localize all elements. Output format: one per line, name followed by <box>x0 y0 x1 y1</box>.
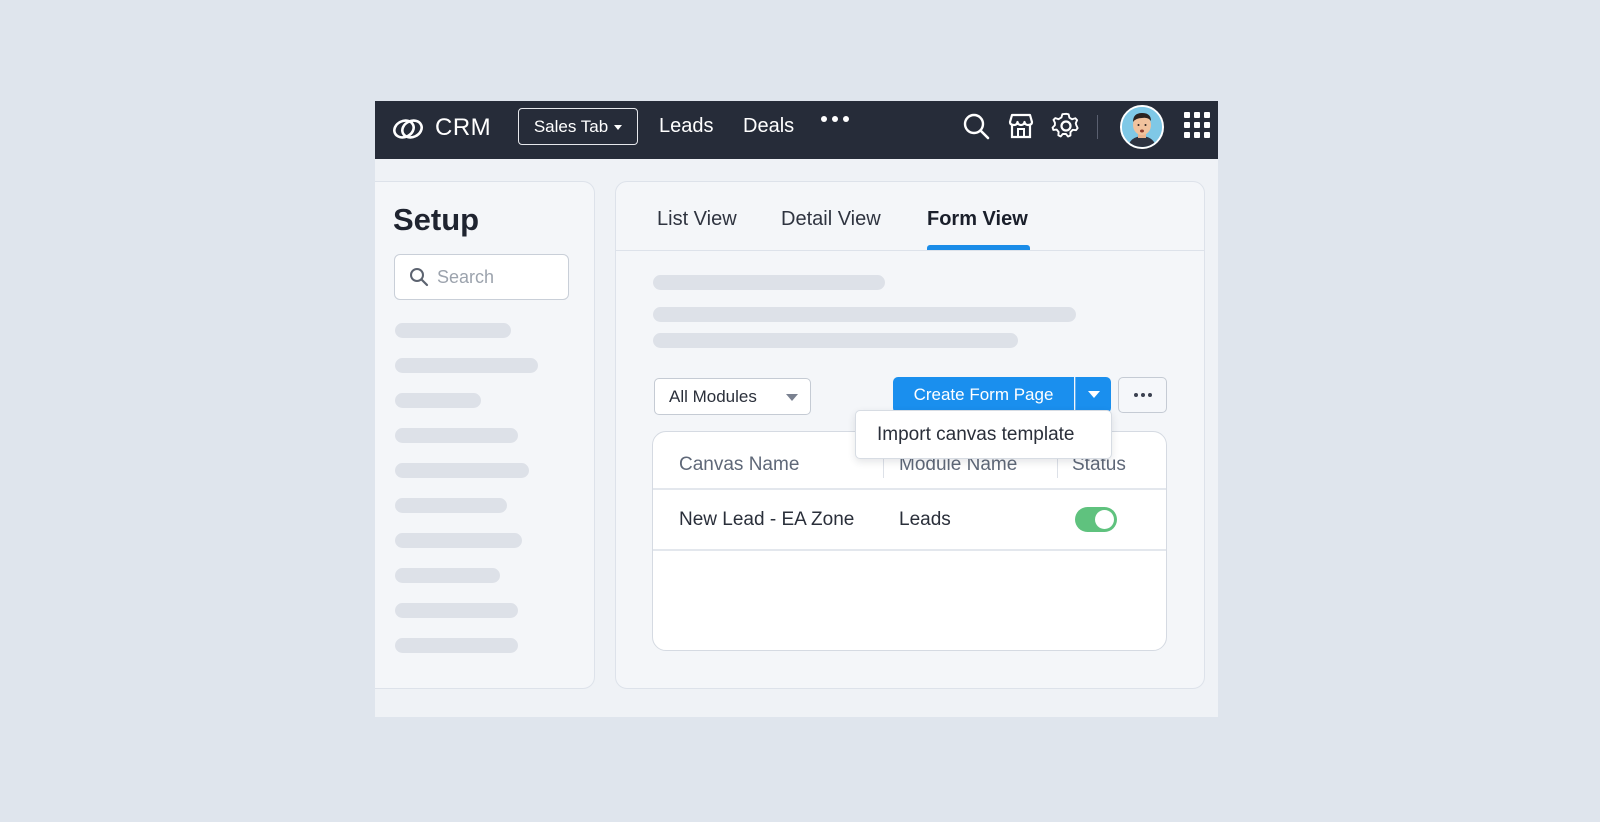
search-icon <box>410 268 429 287</box>
app-title: CRM <box>435 114 492 141</box>
sidebar-item-placeholder[interactable] <box>395 568 500 583</box>
setup-sidebar: Setup Search <box>375 181 595 689</box>
gear-icon[interactable] <box>1051 111 1081 141</box>
sales-tab-label: Sales Tab <box>533 116 609 136</box>
sidebar-item-placeholder[interactable] <box>395 323 511 338</box>
apps-grid-icon[interactable] <box>1184 112 1210 138</box>
sidebar-title: Setup <box>393 202 480 237</box>
tab-form-view[interactable]: Form View <box>927 208 1028 231</box>
sidebar-item-placeholder[interactable] <box>395 603 518 618</box>
import-canvas-template-menu-item[interactable]: Import canvas template <box>855 410 1112 459</box>
create-form-page-button[interactable]: Create Form Page <box>893 377 1074 413</box>
header-divider <box>1097 115 1098 139</box>
sidebar-item-placeholder[interactable] <box>395 393 481 408</box>
avatar-illustration <box>1122 107 1162 147</box>
sidebar-item-placeholder[interactable] <box>395 533 522 548</box>
table-cell-module-name: Leads <box>899 509 951 530</box>
column-header-canvas-name[interactable]: Canvas Name <box>679 454 799 476</box>
form-view-panel: List View Detail View Form View All Modu… <box>615 181 1205 689</box>
chevron-down-icon <box>614 125 623 130</box>
marketplace-icon[interactable] <box>1006 111 1036 141</box>
tab-detail-view[interactable]: Detail View <box>781 208 881 231</box>
logo-icon[interactable] <box>391 114 425 144</box>
crm-app-window: CRM Sales Tab Leads Deals Setup Search L… <box>375 101 1218 717</box>
sidebar-item-placeholder[interactable] <box>395 428 518 443</box>
view-tabs: List View Detail View Form View <box>616 182 1204 251</box>
sidebar-item-placeholder[interactable] <box>395 638 518 653</box>
sidebar-item-placeholder[interactable] <box>395 463 529 478</box>
chevron-down-icon <box>1088 391 1100 398</box>
tab-list-view[interactable]: List View <box>657 208 737 231</box>
top-nav-bar: CRM Sales Tab Leads Deals <box>375 101 1218 159</box>
sidebar-item-placeholder[interactable] <box>395 498 507 513</box>
chevron-down-icon <box>786 394 798 401</box>
row-divider <box>653 549 1166 551</box>
canvas-table: Canvas Name Module Name Status New Lead … <box>652 431 1167 651</box>
nav-deals[interactable]: Deals <box>743 115 794 138</box>
search-icon[interactable] <box>961 111 991 141</box>
nav-leads[interactable]: Leads <box>659 115 714 138</box>
search-placeholder: Search <box>437 266 495 287</box>
sales-tab-dropdown[interactable]: Sales Tab <box>518 108 638 145</box>
text-placeholder <box>653 275 885 290</box>
sidebar-item-placeholder[interactable] <box>395 358 538 373</box>
more-icon[interactable] <box>821 116 849 122</box>
table-cell-canvas-name[interactable]: New Lead - EA Zone <box>679 509 854 531</box>
status-toggle[interactable] <box>1075 507 1117 532</box>
avatar[interactable] <box>1120 105 1164 149</box>
more-options-button[interactable] <box>1118 377 1167 413</box>
text-placeholder <box>653 333 1018 348</box>
search-input[interactable]: Search <box>394 254 569 300</box>
modules-select-value: All Modules <box>669 386 757 406</box>
text-placeholder <box>653 307 1076 322</box>
create-options-dropdown-button[interactable] <box>1075 377 1111 413</box>
active-tab-indicator <box>927 245 1030 250</box>
modules-select[interactable]: All Modules <box>654 378 811 415</box>
header-divider <box>653 488 1166 490</box>
